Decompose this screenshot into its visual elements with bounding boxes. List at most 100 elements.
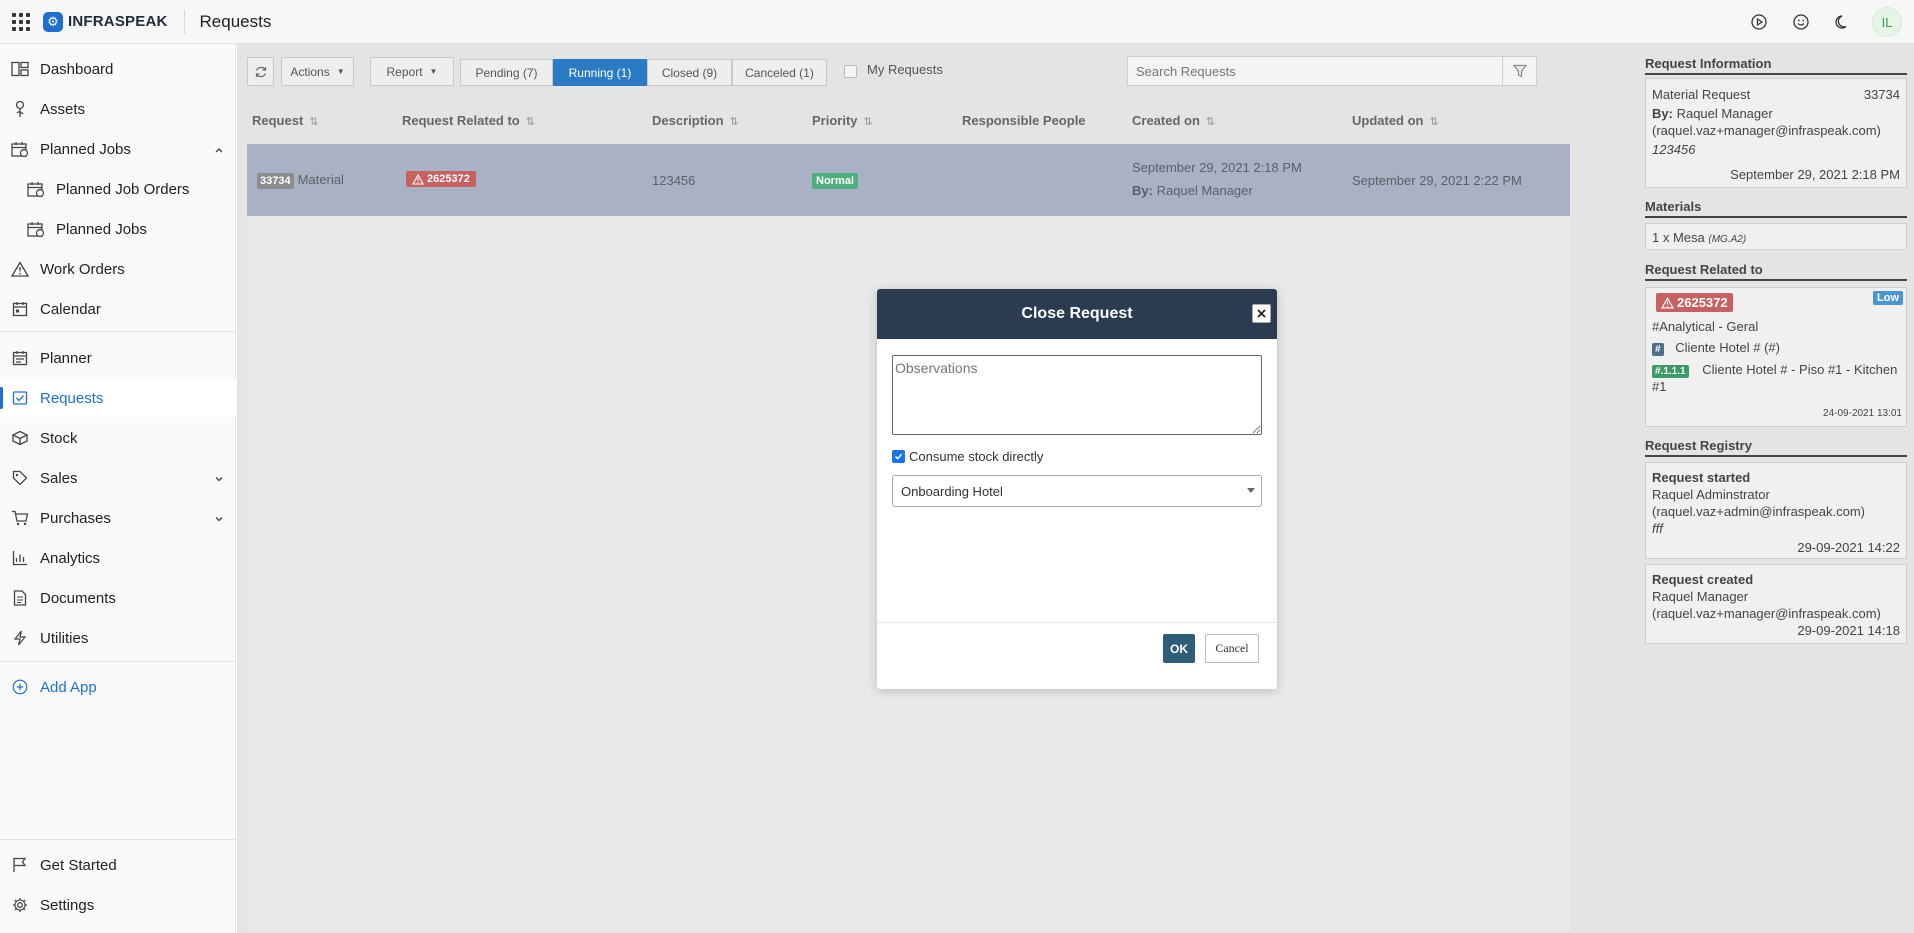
consume-stock-option[interactable]: Consume stock directly: [892, 449, 1043, 464]
sidebar-item-stock[interactable]: Stock: [0, 419, 236, 457]
material-item: 1 x Mesa (MG.A2): [1652, 230, 1746, 245]
sidebar-item-documents[interactable]: Documents: [0, 579, 236, 617]
sidebar: Dashboard Assets Planned Jobs Planned Jo…: [0, 44, 236, 933]
info-by: By: Raquel Manager: [1652, 106, 1773, 121]
column-header-created[interactable]: Created on ⇅: [1132, 113, 1215, 128]
request-id-badge: 33734: [257, 173, 294, 189]
sidebar-item-label: Planned Job Orders: [56, 180, 190, 198]
close-request-modal: Close Request Consume stock directly Onb…: [877, 289, 1277, 689]
created-by-label: By:: [1132, 183, 1153, 198]
chevron-down-icon[interactable]: [214, 511, 224, 528]
request-type: Material: [297, 172, 344, 187]
sidebar-item-requests[interactable]: Requests: [0, 379, 236, 417]
related-id: 2625372: [1677, 295, 1728, 310]
modal-header: Close Request: [877, 289, 1277, 339]
related-badge[interactable]: 2625372: [1656, 293, 1733, 312]
tab-running[interactable]: Running (1): [553, 59, 647, 86]
sidebar-item-get-started[interactable]: Get Started: [0, 846, 236, 884]
avatar[interactable]: IL: [1872, 7, 1902, 37]
report-button[interactable]: Report ▼: [370, 57, 454, 86]
modal-footer-divider: [877, 622, 1277, 623]
location-text: Cliente Hotel # (#): [1675, 340, 1780, 355]
sidebar-divider: [0, 661, 236, 662]
sidebar-item-label: Calendar: [40, 300, 101, 318]
column-header-priority[interactable]: Priority ⇅: [812, 113, 873, 128]
smiley-icon[interactable]: [1792, 13, 1810, 31]
material-text: 1 x Mesa: [1652, 230, 1705, 245]
tab-closed[interactable]: Closed (9): [647, 59, 732, 86]
column-header-request[interactable]: Request ⇅: [252, 113, 319, 128]
close-icon[interactable]: [1252, 304, 1271, 323]
sidebar-item-settings[interactable]: Settings: [0, 886, 236, 924]
chevron-down-icon[interactable]: [214, 471, 224, 488]
warehouse-select[interactable]: Onboarding Hotel: [892, 475, 1262, 507]
table-row[interactable]: 33734 Material 2625372 123456 Normal Sept…: [247, 144, 1570, 216]
logo-text: INFRASPEAK: [68, 13, 168, 30]
sort-icon[interactable]: ⇅: [1430, 116, 1439, 128]
created-on-cell: September 29, 2021 2:18 PM: [1132, 160, 1302, 175]
sidebar-item-assets[interactable]: Assets: [0, 90, 236, 128]
info-id: 33734: [1863, 87, 1900, 102]
sidebar-item-utilities[interactable]: Utilities: [0, 619, 236, 657]
sidebar-item-work-orders[interactable]: Work Orders: [0, 250, 236, 288]
sidebar-item-dashboard[interactable]: Dashboard: [0, 50, 236, 88]
top-right-actions: IL: [1750, 0, 1914, 44]
column-label: Updated on: [1352, 113, 1424, 128]
sort-icon[interactable]: ⇅: [526, 116, 535, 128]
sidebar-item-analytics[interactable]: Analytics: [0, 539, 236, 577]
sidebar-item-calendar[interactable]: Calendar: [0, 290, 236, 328]
consume-stock-checkbox[interactable]: [892, 450, 905, 463]
chevron-up-icon[interactable]: [214, 142, 224, 159]
ok-button[interactable]: OK: [1163, 634, 1195, 663]
sort-icon[interactable]: ⇅: [1206, 116, 1215, 128]
sidebar-item-planned-jobs-sub[interactable]: Planned Jobs: [0, 210, 236, 248]
created-by-name: Raquel Manager: [1156, 183, 1253, 198]
play-icon[interactable]: [1750, 13, 1768, 31]
materials-box: 1 x Mesa (MG.A2): [1645, 223, 1907, 250]
sort-icon[interactable]: ⇅: [864, 116, 873, 128]
filter-icon[interactable]: [1502, 57, 1536, 85]
priority-low-badge: Low: [1873, 291, 1903, 305]
toolbar: Actions ▼ Report ▼ Pending (7) Running (1)…: [247, 44, 1570, 98]
stock-icon: [10, 428, 30, 448]
tab-pending[interactable]: Pending (7): [460, 59, 553, 86]
sidebar-item-add-app[interactable]: Add App: [0, 668, 236, 706]
sidebar-item-label: Analytics: [40, 549, 101, 567]
planned-jobs-sub-icon: [26, 219, 46, 239]
actions-button[interactable]: Actions ▼: [281, 57, 354, 86]
registry-note: fff: [1652, 521, 1663, 536]
related-badge[interactable]: 2625372: [406, 171, 476, 187]
sort-icon[interactable]: ⇅: [730, 116, 739, 128]
column-header-related[interactable]: Request Related to ⇅: [402, 113, 535, 128]
logo[interactable]: ⚙ INFRASPEAK: [43, 11, 168, 32]
cancel-button[interactable]: Cancel: [1205, 634, 1259, 663]
request-related-box: 2625372 Low #Analytical - Geral # Client…: [1645, 287, 1907, 427]
sort-icon[interactable]: ⇅: [309, 116, 318, 128]
tab-canceled[interactable]: Canceled (1): [732, 59, 827, 86]
observations-textarea[interactable]: [892, 355, 1262, 435]
sidebar-item-purchases[interactable]: Purchases: [0, 499, 236, 537]
app-grid-icon[interactable]: [12, 12, 30, 31]
sidebar-item-planner[interactable]: Planner: [0, 339, 236, 377]
my-requests-checkbox[interactable]: [844, 65, 857, 78]
related-cell[interactable]: 2625372: [406, 171, 476, 188]
plus-circle-icon: [10, 677, 30, 697]
column-header-description[interactable]: Description ⇅: [652, 113, 739, 128]
refresh-icon: [255, 66, 266, 77]
column-header-updated[interactable]: Updated on ⇅: [1352, 113, 1439, 128]
column-header-responsible[interactable]: Responsible People: [962, 113, 1086, 128]
info-by-name: Raquel Manager: [1676, 106, 1773, 121]
sidebar-item-label: Planner: [40, 349, 92, 367]
sidebar-item-sales[interactable]: Sales: [0, 459, 236, 497]
related-category: #Analytical - Geral: [1652, 319, 1759, 334]
sidebar-item-planned-jobs[interactable]: Planned Jobs: [0, 130, 236, 168]
sidebar-item-label: Planned Jobs: [56, 220, 147, 238]
sidebar-item-label: Add App: [40, 678, 97, 696]
column-label: Description: [652, 113, 724, 128]
refresh-button[interactable]: [247, 57, 274, 86]
moon-icon[interactable]: [1834, 13, 1852, 31]
consume-stock-label: Consume stock directly: [909, 449, 1044, 464]
search-input[interactable]: [1128, 57, 1503, 85]
sidebar-item-planned-job-orders[interactable]: Planned Job Orders: [0, 170, 236, 208]
my-requests-label[interactable]: My Requests: [867, 62, 943, 77]
